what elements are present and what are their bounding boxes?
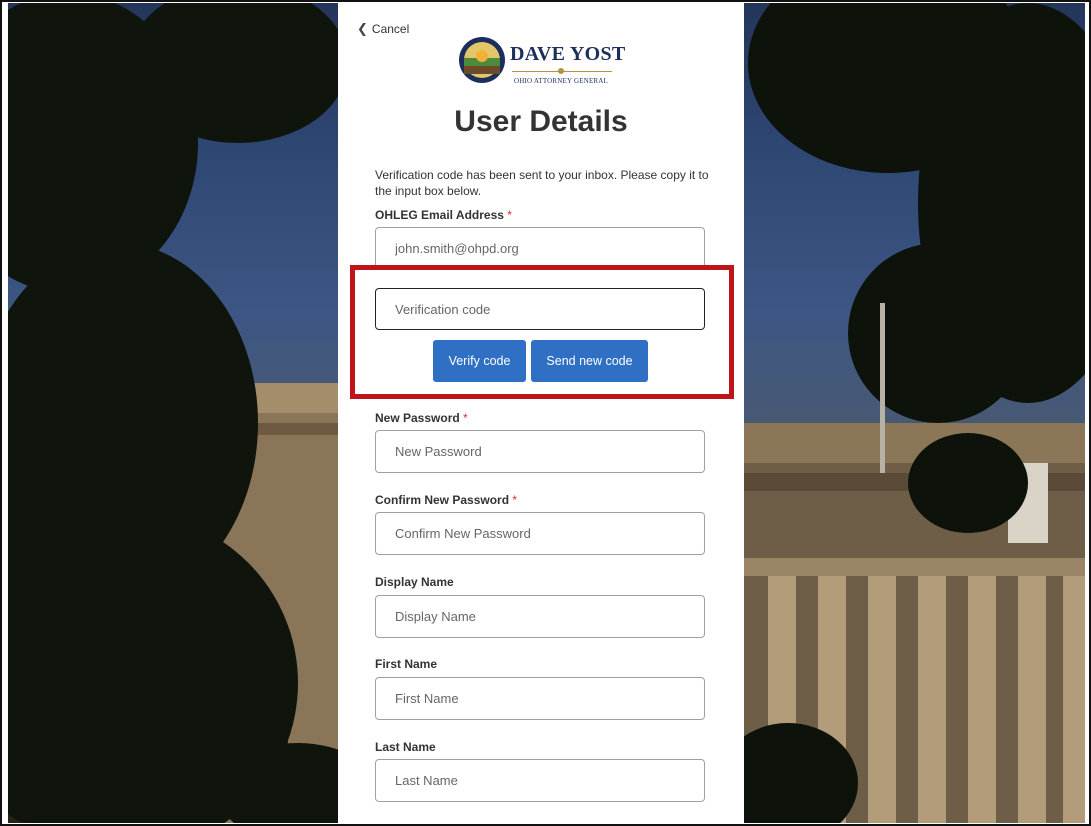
first-name-input[interactable]	[395, 691, 704, 706]
confirm-password-field[interactable]	[375, 512, 705, 555]
new-password-label: New Password *	[375, 411, 468, 425]
last-name-field[interactable]	[375, 759, 705, 802]
cancel-link[interactable]: ❮ Cancel	[357, 21, 409, 37]
first-name-field[interactable]	[375, 677, 705, 720]
logo-subtitle: OHIO ATTORNEY GENERAL	[514, 77, 609, 85]
new-password-field[interactable]	[375, 430, 705, 473]
email-label: OHLEG Email Address *	[375, 208, 512, 222]
email-input[interactable]	[395, 241, 704, 256]
chevron-left-icon: ❮	[357, 21, 368, 36]
confirm-password-input[interactable]	[395, 526, 704, 541]
last-name-label: Last Name	[375, 740, 436, 754]
display-name-input[interactable]	[395, 609, 704, 624]
last-name-input[interactable]	[395, 773, 704, 788]
first-name-label: First Name	[375, 657, 438, 671]
cancel-label: Cancel	[371, 22, 410, 36]
display-name-label: Display Name	[375, 575, 454, 589]
email-field[interactable]	[375, 227, 705, 270]
confirm-password-label: Confirm New Password *	[375, 493, 518, 507]
logo-divider-dot	[558, 68, 564, 74]
display-name-field[interactable]	[375, 595, 705, 638]
new-password-input[interactable]	[395, 444, 704, 459]
user-details-panel: ❮ Cancel DAVE YOST OHIO ATTORNEY GENERAL…	[338, 3, 744, 823]
verification-highlight-box	[350, 265, 734, 399]
verification-info-text: Verification code has been sent to your …	[375, 168, 709, 198]
ohio-seal-icon	[459, 37, 505, 83]
page-title: User Details	[454, 105, 628, 138]
ohio-ag-logo: DAVE YOST OHIO ATTORNEY GENERAL	[458, 33, 628, 91]
logo-name: DAVE YOST	[510, 43, 626, 65]
